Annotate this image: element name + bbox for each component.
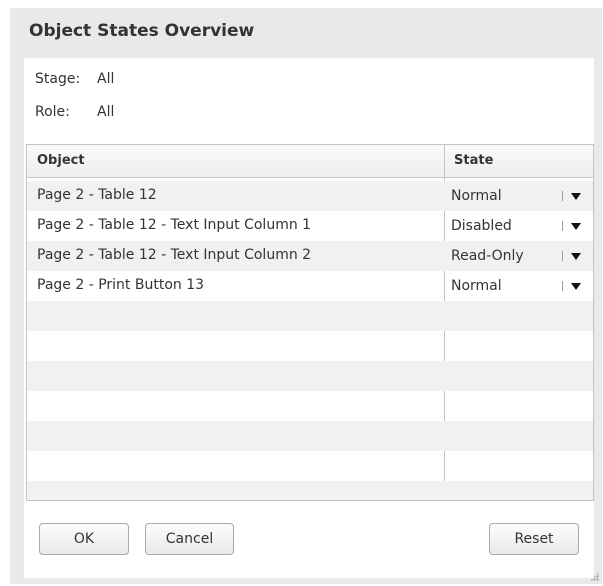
empty-row — [27, 451, 593, 481]
table-row[interactable]: Page 2 - Table 12 - Text Input Column 1 … — [27, 211, 593, 241]
dropdown-separator — [562, 221, 563, 231]
object-cell: Page 2 - Table 12 - Text Input Column 1 — [37, 217, 312, 233]
empty-row — [27, 301, 593, 331]
state-cell: Normal — [445, 271, 593, 301]
object-states-dialog: Object States Overview Stage: All Role: Al… — [10, 8, 602, 584]
state-value: Normal — [451, 188, 502, 204]
empty-row — [27, 481, 593, 500]
dropdown-separator — [562, 281, 563, 291]
role-value: All — [97, 104, 115, 120]
stage-label: Stage: — [35, 71, 81, 87]
state-dropdown[interactable]: Normal — [451, 183, 588, 209]
empty-row — [27, 391, 593, 421]
empty-row — [27, 331, 593, 361]
table-row[interactable]: Page 2 - Print Button 13 Normal — [27, 271, 593, 301]
cancel-button[interactable]: Cancel — [145, 523, 234, 555]
state-dropdown[interactable]: Disabled — [451, 213, 588, 239]
stage-value: All — [97, 71, 115, 87]
chevron-down-icon[interactable] — [571, 223, 581, 230]
object-cell: Page 2 - Table 12 - Text Input Column 2 — [37, 247, 312, 263]
state-cell: Read-Only — [445, 241, 593, 271]
dropdown-separator — [562, 251, 563, 261]
state-dropdown[interactable]: Normal — [451, 273, 588, 299]
role-info: Role: All — [35, 104, 114, 120]
table-header: Object State — [27, 145, 593, 178]
empty-row — [27, 421, 593, 451]
object-cell: Page 2 - Table 12 — [37, 187, 157, 203]
stage-info: Stage: All — [35, 71, 114, 87]
chevron-down-icon[interactable] — [571, 283, 581, 290]
ok-button[interactable]: OK — [39, 523, 129, 555]
state-value: Read-Only — [451, 248, 524, 264]
dialog-title: Object States Overview — [29, 21, 255, 41]
role-label: Role: — [35, 104, 70, 120]
dialog-content: Stage: All Role: All Object State Page 2 -… — [24, 58, 594, 578]
reset-button[interactable]: Reset — [489, 523, 579, 555]
state-cell: Normal — [445, 181, 593, 211]
table-body: Page 2 - Table 12 Normal Page 2 - Table … — [27, 181, 593, 500]
dropdown-separator — [562, 191, 563, 201]
chevron-down-icon[interactable] — [571, 193, 581, 200]
table-row[interactable]: Page 2 - Table 12 - Text Input Column 2 … — [27, 241, 593, 271]
column-header-object[interactable]: Object — [37, 153, 85, 168]
object-states-table: Object State Page 2 - Table 12 Normal Pa… — [26, 144, 594, 501]
empty-row — [27, 361, 593, 391]
state-value: Disabled — [451, 218, 512, 234]
table-row[interactable]: Page 2 - Table 12 Normal — [27, 181, 593, 211]
state-value: Normal — [451, 278, 502, 294]
object-cell: Page 2 - Print Button 13 — [37, 277, 205, 293]
column-header-state[interactable]: State — [454, 153, 493, 168]
state-dropdown[interactable]: Read-Only — [451, 243, 588, 269]
state-cell: Disabled — [445, 211, 593, 241]
chevron-down-icon[interactable] — [571, 253, 581, 260]
